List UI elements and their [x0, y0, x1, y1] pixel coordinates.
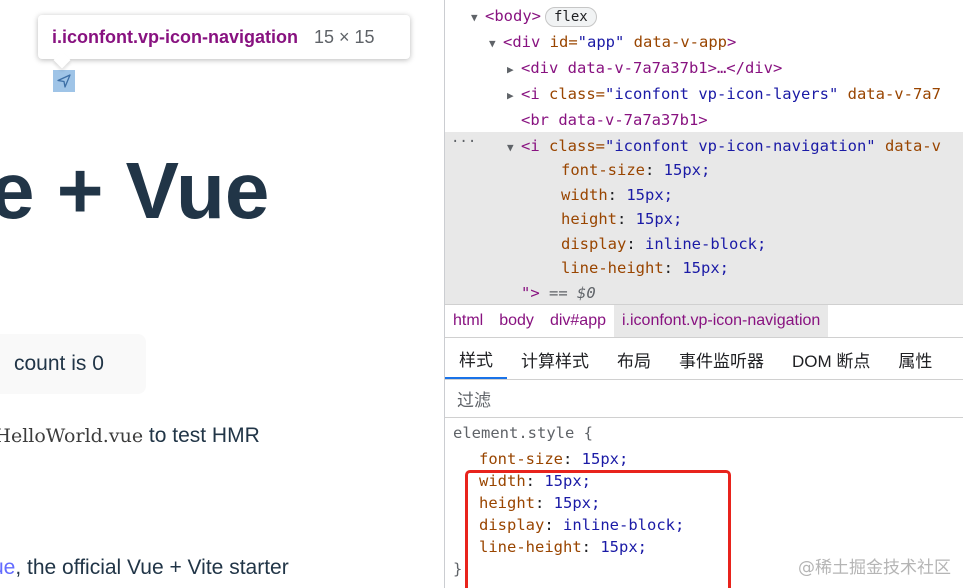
- starter-link[interactable]: ue: [0, 556, 15, 579]
- inline-style-line: height: 15px;: [561, 210, 683, 228]
- dom-node-i-navigation[interactable]: ▼ <i class="iconfont vp-icon-navigation" …: [507, 134, 941, 158]
- page-preview: i.iconfont.vp-icon-navigation 15 × 15 e …: [0, 0, 444, 588]
- style-closing-brace: }: [453, 560, 463, 578]
- tooltip-element-name: i.iconfont.vp-icon-navigation: [52, 26, 298, 47]
- inline-style-line: display: inline-block;: [561, 235, 767, 253]
- tooltip-arrow: [53, 51, 71, 69]
- expand-triangle-icon[interactable]: ▼: [507, 136, 521, 160]
- tooltip-element-size: 15 × 15: [314, 26, 375, 47]
- dom-node-child-div[interactable]: ▶ <div data-v-7a7a37b1>…</div>: [507, 56, 782, 80]
- navigation-icon: [57, 74, 71, 88]
- expand-triangle-icon[interactable]: ▼: [489, 32, 503, 56]
- inline-style-line: line-height: 15px;: [561, 259, 729, 277]
- flex-badge[interactable]: flex: [545, 7, 597, 27]
- breadcrumb-body[interactable]: body: [491, 305, 542, 337]
- tab-dom-breakpoints[interactable]: DOM 断点: [778, 340, 884, 379]
- inspected-element-highlight[interactable]: [53, 70, 75, 92]
- hmr-text: to test HMR: [143, 424, 260, 447]
- breadcrumb-i-navigation[interactable]: i.iconfont.vp-icon-navigation: [613, 305, 829, 337]
- tab-properties[interactable]: 属性: [884, 340, 946, 379]
- breadcrumb: html body div#app i.iconfont.vp-icon-nav…: [445, 304, 963, 338]
- style-rule[interactable]: font-size: 15px;: [479, 448, 628, 470]
- dom-node-end: "> == $0: [521, 284, 596, 302]
- dom-node-i-layers[interactable]: ▶ <i class="iconfont vp-icon-layers" data…: [507, 82, 941, 106]
- filter-input[interactable]: 过滤: [445, 380, 963, 418]
- dom-node-div-app[interactable]: ▼ <div id="app" data-v-app>: [489, 30, 736, 54]
- tab-layout[interactable]: 布局: [603, 340, 665, 379]
- collapse-triangle-icon[interactable]: ▶: [507, 58, 521, 82]
- page-title: e + Vue: [0, 146, 270, 235]
- dom-node-br[interactable]: <br data-v-7a7a37b1>: [521, 108, 708, 132]
- hmr-file-path: /HelloWorld.vue: [0, 425, 144, 447]
- tab-styles[interactable]: 样式: [445, 340, 507, 379]
- expand-triangle-icon[interactable]: ▼: [471, 6, 485, 30]
- node-actions-ellipsis[interactable]: ···: [451, 134, 476, 150]
- styles-tabs: 样式 计算样式 布局 事件监听器 DOM 断点 属性: [445, 340, 963, 380]
- starter-hint: ue, the official Vue + Vite starter: [0, 556, 289, 580]
- starter-text: , the official Vue + Vite starter: [15, 556, 289, 579]
- dom-tree: ▼ <body> flex ▼ <div id="app" data-v-app> ▶…: [445, 0, 963, 304]
- hmr-hint: /HelloWorld.vue to test HMR: [0, 424, 260, 448]
- count-button[interactable]: count is 0: [0, 334, 146, 394]
- tab-computed[interactable]: 计算样式: [507, 340, 603, 379]
- watermark: @稀土掘金技术社区: [798, 558, 951, 578]
- breadcrumb-html[interactable]: html: [445, 305, 491, 337]
- breadcrumb-div-app[interactable]: div#app: [542, 305, 614, 337]
- style-selector: element.style {: [453, 424, 593, 442]
- highlight-annotation-box: [465, 470, 731, 588]
- inline-style-line: font-size: 15px;: [561, 161, 711, 179]
- inspect-tooltip: i.iconfont.vp-icon-navigation 15 × 15: [38, 15, 410, 69]
- devtools-panel: ▼ <body> flex ▼ <div id="app" data-v-app> ▶…: [444, 0, 963, 588]
- inline-style-line: width: 15px;: [561, 186, 674, 204]
- tab-event-listeners[interactable]: 事件监听器: [665, 340, 778, 379]
- dom-node-body[interactable]: ▼ <body> flex: [471, 4, 597, 28]
- collapse-triangle-icon[interactable]: ▶: [507, 84, 521, 108]
